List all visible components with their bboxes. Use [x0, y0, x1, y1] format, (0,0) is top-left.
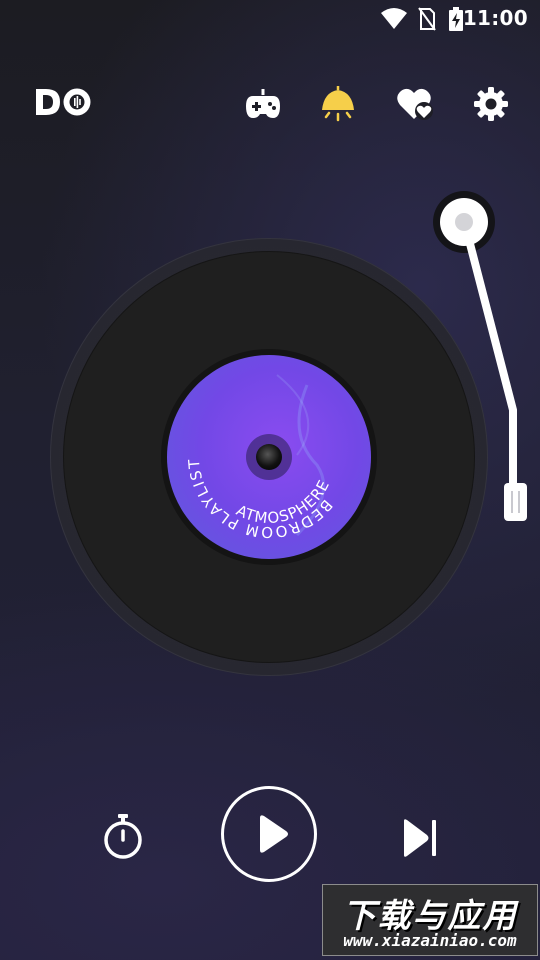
playback-controls [0, 786, 540, 886]
play-button[interactable] [221, 786, 317, 882]
settings-icon [474, 87, 508, 121]
lamp-button[interactable] [318, 84, 358, 124]
watermark-title: 下载与应用 [342, 896, 518, 935]
status-bar: 11:00 [0, 0, 540, 38]
skip-next-icon [404, 819, 436, 857]
watermark-url: www.xiazainiao.com [343, 931, 517, 950]
battery-charging-icon [449, 7, 463, 31]
spindle [256, 444, 282, 470]
gamepad-icon [246, 89, 280, 118]
play-icon [260, 815, 288, 853]
no-sim-icon [418, 7, 436, 31]
timer-button[interactable] [98, 812, 148, 862]
settings-button[interactable] [471, 84, 511, 124]
timer-icon [104, 814, 142, 859]
tonearm-headshell[interactable] [504, 483, 527, 521]
top-bar [0, 80, 540, 124]
favorites-button[interactable] [395, 84, 435, 124]
skip-next-button[interactable] [396, 814, 444, 862]
status-time: 11:00 [462, 6, 528, 30]
wifi-icon [381, 8, 407, 29]
app-logo[interactable] [34, 86, 94, 118]
turntable: BEDROOM PLAYLIST ATMOSPHERE [50, 238, 488, 676]
watermark: 下载与应用 www.xiazainiao.com [322, 884, 538, 956]
game-button[interactable] [243, 84, 283, 124]
lamp-icon [322, 86, 354, 122]
heart-icon [397, 88, 433, 120]
